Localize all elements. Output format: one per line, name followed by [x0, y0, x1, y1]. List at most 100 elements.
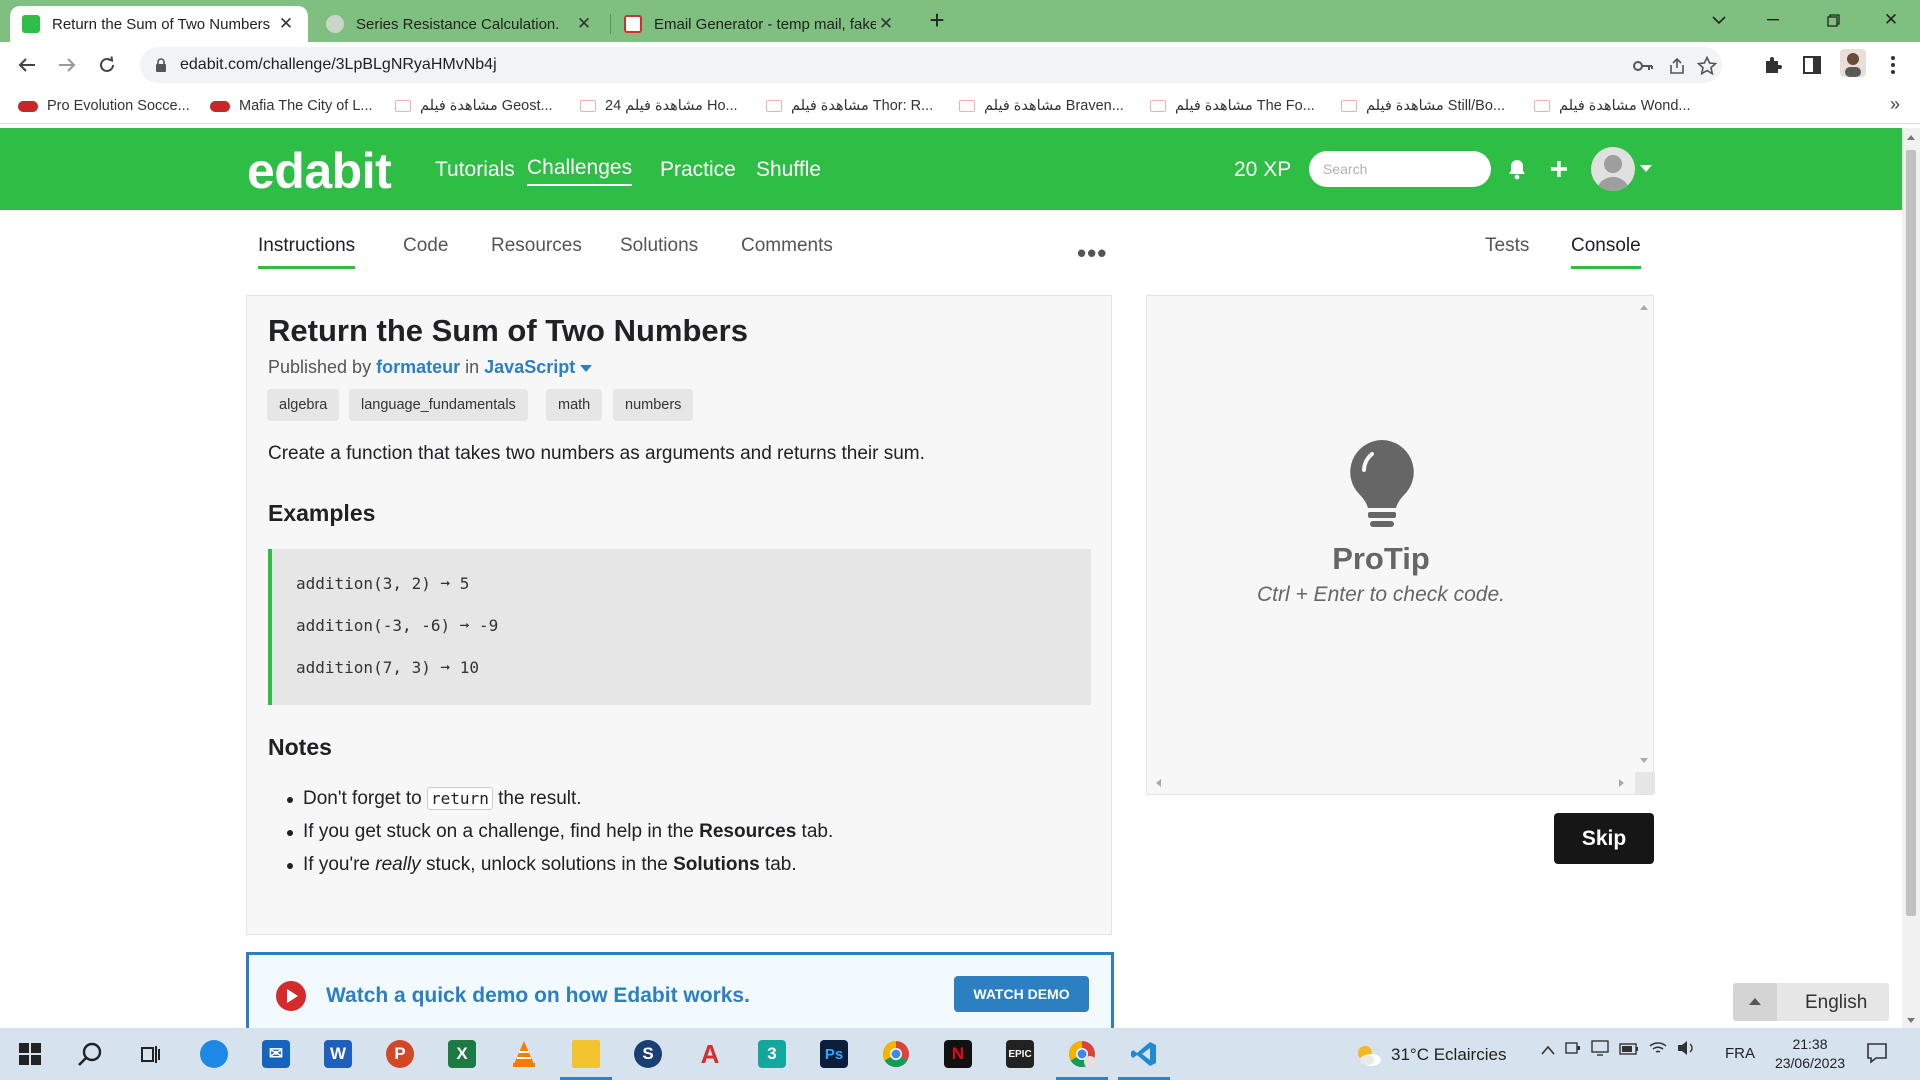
close-tab-icon[interactable]: ✕	[276, 14, 296, 34]
mail-icon[interactable]: ✉	[258, 1036, 294, 1072]
browser-tab-edabit[interactable]: Return the Sum of Two Numbers ✕	[10, 6, 308, 42]
tab-solutions[interactable]: Solutions	[620, 235, 698, 267]
notification-center-icon[interactable]	[1866, 1042, 1888, 1069]
tab-comments[interactable]: Comments	[741, 235, 833, 267]
tag-numbers[interactable]: numbers	[613, 389, 694, 421]
bookmark-item[interactable]: مشاهدة فيلم Thor: R...	[766, 95, 933, 117]
nav-challenges[interactable]: Challenges	[527, 156, 633, 186]
wifi-icon[interactable]	[1649, 1041, 1667, 1059]
system-clock[interactable]: 21:38 23/06/2023	[1770, 1035, 1850, 1073]
more-options-icon[interactable]: •••	[1077, 238, 1107, 269]
edge-icon[interactable]	[196, 1036, 232, 1072]
page-scrollbar-thumb[interactable]	[1906, 150, 1916, 916]
tag-math[interactable]: math	[546, 389, 603, 421]
file-explorer-icon[interactable]	[560, 1036, 612, 1080]
windows-start-icon[interactable]	[12, 1036, 48, 1072]
3ds-max-icon[interactable]: 3	[754, 1036, 790, 1072]
minimize-window-button[interactable]	[1750, 0, 1796, 40]
new-tab-button[interactable]: +	[922, 6, 952, 36]
tab-tests[interactable]: Tests	[1485, 235, 1529, 267]
meet-now-icon[interactable]	[1565, 1040, 1581, 1060]
address-bar[interactable]: edabit.com/challenge/3LpBLgNRyaHMvNb4j	[140, 47, 1722, 83]
skip-button[interactable]: Skip	[1554, 813, 1654, 864]
bookmark-star-icon[interactable]	[1696, 55, 1718, 77]
nav-shuffle[interactable]: Shuffle	[756, 158, 821, 182]
bookmark-label: مشاهدة فيلم Still/Bo...	[1366, 98, 1506, 114]
chrome-menu-icon[interactable]	[1880, 52, 1906, 78]
edabit-logo[interactable]: edabit	[247, 142, 392, 200]
bookmark-item[interactable]: مشاهدة فيلم The Fo...	[1150, 95, 1315, 117]
task-view-icon[interactable]	[132, 1036, 168, 1072]
lock-icon[interactable]	[152, 57, 170, 73]
tab-code[interactable]: Code	[403, 235, 448, 267]
epic-games-icon[interactable]: EPIC	[1002, 1036, 1038, 1072]
tray-chevron-up-icon[interactable]	[1541, 1042, 1555, 1059]
powerpoint-icon[interactable]: P	[382, 1036, 418, 1072]
vlc-icon[interactable]	[506, 1036, 542, 1072]
reload-icon[interactable]	[90, 48, 124, 82]
note-bold-text: Solutions	[673, 854, 760, 875]
display-icon[interactable]	[1591, 1040, 1609, 1060]
edabit-favicon-icon	[22, 15, 40, 33]
plus-icon[interactable]	[1546, 156, 1572, 182]
profile-avatar-icon[interactable]	[1840, 49, 1866, 77]
bookmark-item[interactable]: مشاهدة فيلم 24 Ho...	[580, 95, 738, 117]
bookmark-item[interactable]: مشاهدة فيلم Geost...	[395, 95, 553, 117]
tab-search-chevron-icon[interactable]	[1696, 0, 1742, 40]
restore-window-button[interactable]	[1810, 0, 1856, 40]
chrome-profile-icon[interactable]	[1056, 1036, 1108, 1080]
volume-icon[interactable]	[1677, 1040, 1695, 1060]
bookmark-item[interactable]: مشاهدة فيلم Braven...	[959, 95, 1124, 117]
acrobat-icon[interactable]: A	[692, 1036, 728, 1072]
excel-icon[interactable]: X	[444, 1036, 480, 1072]
close-tab-icon[interactable]: ✕	[574, 14, 594, 34]
weather-widget[interactable]: 31°C Eclaircies	[1353, 1043, 1506, 1067]
forward-arrow-icon[interactable]	[50, 48, 84, 82]
tab-console[interactable]: Console	[1571, 235, 1641, 269]
nav-tutorials[interactable]: Tutorials	[435, 158, 515, 182]
protip-text: Ctrl + Enter to check code.	[1256, 583, 1506, 606]
back-arrow-icon[interactable]	[10, 48, 44, 82]
tab-separator	[610, 14, 611, 34]
browser-tab-email-generator[interactable]: Email Generator - temp mail, fake ✕	[612, 6, 908, 42]
share-icon[interactable]	[1666, 55, 1688, 77]
netflix-icon[interactable]: N	[940, 1036, 976, 1072]
user-avatar[interactable]	[1591, 147, 1635, 191]
bookmark-item[interactable]: مشاهدة فيلم Still/Bo...	[1341, 95, 1505, 117]
input-language-indicator[interactable]: FRA	[1725, 1045, 1755, 1062]
tag-language-fundamentals[interactable]: language_fundamentals	[349, 389, 528, 421]
photoshop-icon[interactable]: Ps	[816, 1036, 852, 1072]
console-vertical-scrollbar[interactable]	[1635, 296, 1653, 772]
console-horizontal-scrollbar[interactable]	[1147, 772, 1655, 794]
site-search-input[interactable]	[1309, 151, 1491, 187]
bookmark-item[interactable]: Mafia The City of L...	[210, 95, 373, 117]
battery-icon[interactable]	[1619, 1042, 1639, 1059]
close-window-button[interactable]: ✕	[1868, 0, 1914, 40]
published-by-label: Published by	[268, 357, 372, 377]
avatar-dropdown-caret-icon[interactable]	[1640, 165, 1652, 172]
bell-icon[interactable]	[1504, 156, 1530, 182]
watch-demo-button[interactable]: WATCH DEMO	[954, 976, 1089, 1012]
chrome-icon[interactable]	[878, 1036, 914, 1072]
language-selector[interactable]: JavaScript	[484, 357, 593, 377]
sketchup-icon[interactable]: S	[630, 1036, 666, 1072]
nav-practice[interactable]: Practice	[660, 158, 736, 182]
search-icon[interactable]	[72, 1036, 108, 1072]
key-icon[interactable]	[1632, 55, 1654, 77]
bookmark-item[interactable]: مشاهدة فيلم Wond...	[1534, 95, 1691, 117]
side-panel-icon[interactable]	[1799, 52, 1825, 78]
author-link[interactable]: formateur	[376, 357, 460, 377]
bookmarks-overflow-icon[interactable]: »	[1890, 94, 1900, 115]
vscode-icon[interactable]	[1118, 1036, 1170, 1080]
word-icon[interactable]: W	[320, 1036, 356, 1072]
close-tab-icon[interactable]: ✕	[876, 14, 896, 34]
browser-tab-series-resistance[interactable]: Series Resistance Calculation. ✕	[314, 6, 606, 42]
extensions-puzzle-icon[interactable]	[1760, 52, 1786, 78]
tag-algebra[interactable]: algebra	[267, 389, 340, 421]
site-language-selector[interactable]: English	[1733, 983, 1889, 1021]
tab-instructions[interactable]: Instructions	[258, 235, 356, 269]
bookmark-item[interactable]: Pro Evolution Socce...	[18, 95, 190, 117]
page-scrollbar[interactable]	[1902, 128, 1920, 1028]
browser-toolbar: edabit.com/challenge/3LpBLgNRyaHMvNb4j	[0, 42, 1920, 88]
tab-resources[interactable]: Resources	[491, 235, 582, 267]
